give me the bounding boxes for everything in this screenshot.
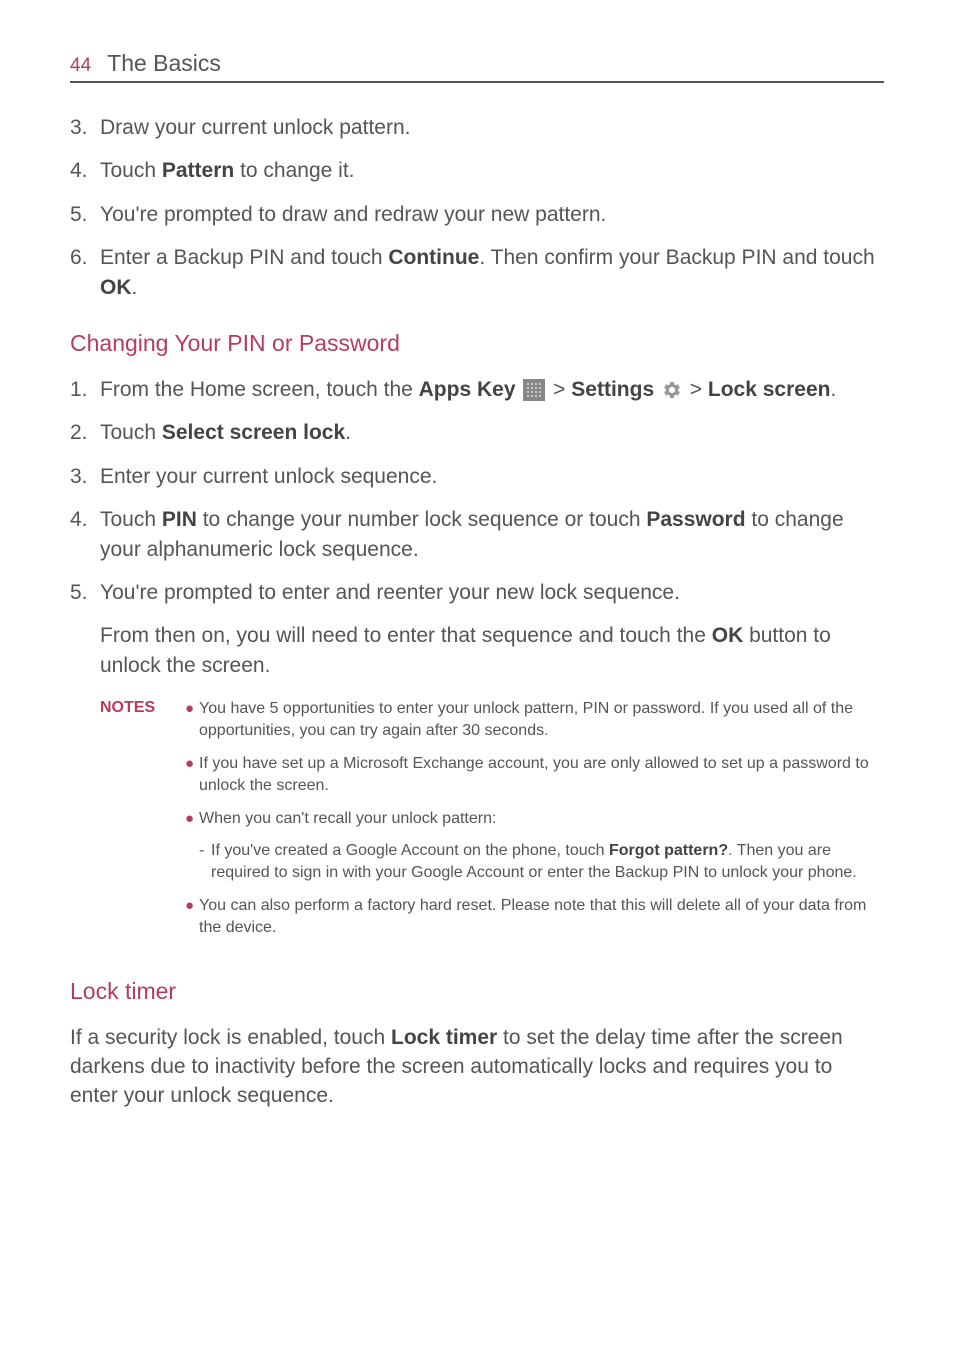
list-number: 3. <box>70 462 100 491</box>
subheading-pin-password: Changing Your PIN or Password <box>70 330 884 357</box>
list-text: Draw your current unlock pattern. <box>100 113 884 142</box>
page-number: 44 <box>70 55 91 77</box>
note-item: ● When you can't recall your unlock patt… <box>185 808 884 830</box>
list-number: 5. <box>70 578 100 607</box>
text-part: > <box>547 378 571 401</box>
list-text: From the Home screen, touch the Apps Key… <box>100 375 884 404</box>
ui-label-password: Password <box>646 508 745 531</box>
dash-icon: - <box>199 840 211 885</box>
text-part: Touch <box>100 421 162 444</box>
notes-label: NOTES <box>100 698 185 950</box>
note-text: If you have set up a Microsoft Exchange … <box>199 753 884 798</box>
pin-step-4: 4. Touch PIN to change your number lock … <box>70 505 884 564</box>
notes-items: ● You have 5 opportunities to enter your… <box>185 698 884 950</box>
continuation-paragraph: From then on, you will need to enter tha… <box>100 621 884 680</box>
list-number: 4. <box>70 156 100 185</box>
list-number: 6. <box>70 243 100 302</box>
bullet-icon: ● <box>185 698 199 743</box>
ui-label-ok: OK <box>712 624 744 647</box>
bullet-icon: ● <box>185 808 199 830</box>
list-text: You're prompted to draw and redraw your … <box>100 200 884 229</box>
ui-label-pattern: Pattern <box>162 159 234 182</box>
page-header: 44 The Basics <box>70 50 884 83</box>
ui-label-forgot-pattern: Forgot pattern? <box>609 842 728 859</box>
pin-step-1: 1. From the Home screen, touch the Apps … <box>70 375 884 404</box>
pin-step-2: 2. Touch Select screen lock. <box>70 418 884 447</box>
note-text: When you can't recall your unlock patter… <box>199 808 884 830</box>
apps-key-icon <box>523 379 545 401</box>
ui-label-continue: Continue <box>388 246 479 269</box>
list-number: 2. <box>70 418 100 447</box>
text-part: to change your number lock sequence or t… <box>197 508 646 531</box>
list-text: Touch Pattern to change it. <box>100 156 884 185</box>
step-6: 6. Enter a Backup PIN and touch Continue… <box>70 243 884 302</box>
lock-timer-paragraph: If a security lock is enabled, touch Loc… <box>70 1023 884 1111</box>
text-part: From then on, you will need to enter tha… <box>100 624 712 647</box>
subheading-lock-timer: Lock timer <box>70 978 884 1005</box>
ui-label-ok: OK <box>100 276 132 299</box>
note-item: ● If you have set up a Microsoft Exchang… <box>185 753 884 798</box>
step-3: 3. Draw your current unlock pattern. <box>70 113 884 142</box>
sub-note: - If you've created a Google Account on … <box>199 840 884 885</box>
settings-icon <box>662 380 682 400</box>
note-text: You can also perform a factory hard rese… <box>199 895 884 940</box>
text-part: . Then confirm your Backup PIN and touch <box>479 246 874 269</box>
text-part: Enter a Backup PIN and touch <box>100 246 388 269</box>
list-number: 3. <box>70 113 100 142</box>
bullet-icon: ● <box>185 753 199 798</box>
text-part: If you've created a Google Account on th… <box>211 842 609 859</box>
list-number: 4. <box>70 505 100 564</box>
text-part: From the Home screen, touch the <box>100 378 419 401</box>
list-text: Touch Select screen lock. <box>100 418 884 447</box>
note-item: ● You have 5 opportunities to enter your… <box>185 698 884 743</box>
text-part: . <box>132 276 138 299</box>
pin-step-5: 5. You're prompted to enter and reenter … <box>70 578 884 607</box>
step-5: 5. You're prompted to draw and redraw yo… <box>70 200 884 229</box>
text-part: Touch <box>100 508 162 531</box>
page-container: 44 The Basics 3. Draw your current unloc… <box>0 0 954 1175</box>
text-part: . <box>345 421 351 444</box>
note-text: If you've created a Google Account on th… <box>211 840 884 885</box>
list-number: 5. <box>70 200 100 229</box>
list-text: Enter your current unlock sequence. <box>100 462 884 491</box>
ui-label-lock-timer: Lock timer <box>391 1026 497 1049</box>
list-text: You're prompted to enter and reenter you… <box>100 578 884 607</box>
ui-label-pin: PIN <box>162 508 197 531</box>
text-part: to change it. <box>234 159 354 182</box>
bullet-icon: ● <box>185 895 199 940</box>
ui-label-settings: Settings <box>571 378 654 401</box>
ui-label-select-screen-lock: Select screen lock <box>162 421 345 444</box>
section-title: The Basics <box>107 50 221 77</box>
note-item: ● You can also perform a factory hard re… <box>185 895 884 940</box>
list-number: 1. <box>70 375 100 404</box>
text-part: . <box>830 378 836 401</box>
text-part: > <box>684 378 708 401</box>
text-part: If a security lock is enabled, touch <box>70 1026 391 1049</box>
notes-block: NOTES ● You have 5 opportunities to ente… <box>100 698 884 950</box>
step-4: 4. Touch Pattern to change it. <box>70 156 884 185</box>
list-text: Enter a Backup PIN and touch Continue. T… <box>100 243 884 302</box>
pin-step-3: 3. Enter your current unlock sequence. <box>70 462 884 491</box>
note-text: You have 5 opportunities to enter your u… <box>199 698 884 743</box>
list-text: Touch PIN to change your number lock seq… <box>100 505 884 564</box>
ui-label-apps-key: Apps Key <box>419 378 516 401</box>
ui-label-lock-screen: Lock screen <box>708 378 831 401</box>
text-part: Touch <box>100 159 162 182</box>
